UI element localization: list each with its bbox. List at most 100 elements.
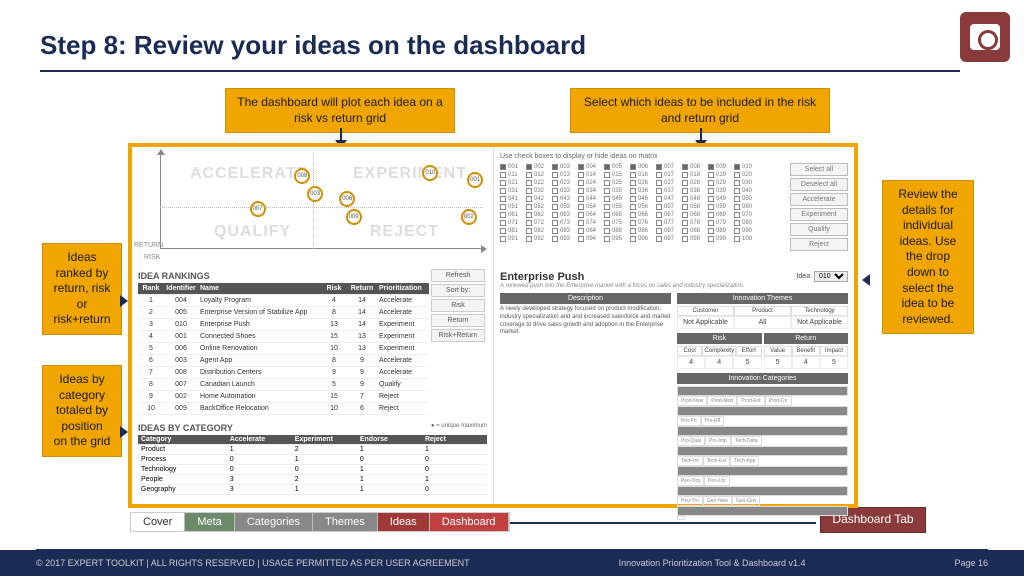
- idea-checkbox[interactable]: 024: [578, 179, 604, 187]
- sort-button[interactable]: Return: [431, 314, 485, 327]
- idea-checkbox[interactable]: 097: [656, 235, 682, 243]
- idea-checkbox[interactable]: 011: [500, 171, 526, 179]
- tab-ideas[interactable]: Ideas: [378, 513, 430, 531]
- idea-checkbox[interactable]: 100: [734, 235, 760, 243]
- idea-checkbox[interactable]: 048: [682, 195, 708, 203]
- idea-checkbox[interactable]: 059: [708, 203, 734, 211]
- tab-themes[interactable]: Themes: [313, 513, 378, 531]
- filter-button[interactable]: Accelerate: [790, 193, 848, 206]
- idea-checkbox[interactable]: 089: [708, 227, 734, 235]
- idea-dot[interactable]: 007: [250, 201, 266, 217]
- idea-dot[interactable]: 002: [461, 209, 477, 225]
- idea-dot[interactable]: 003: [307, 186, 323, 202]
- idea-checkbox[interactable]: 020: [734, 171, 760, 179]
- idea-checkbox[interactable]: 047: [656, 195, 682, 203]
- idea-checkbox[interactable]: 054: [578, 203, 604, 211]
- idea-checkbox[interactable]: 014: [578, 171, 604, 179]
- idea-checkbox[interactable]: 005: [604, 163, 630, 171]
- idea-checkbox[interactable]: 027: [656, 179, 682, 187]
- idea-checkbox[interactable]: 050: [734, 195, 760, 203]
- idea-checkbox[interactable]: 032: [526, 187, 552, 195]
- idea-checkbox[interactable]: 080: [734, 219, 760, 227]
- idea-checkbox[interactable]: 035: [604, 187, 630, 195]
- idea-checkbox[interactable]: 029: [708, 179, 734, 187]
- idea-checkbox[interactable]: 060: [734, 203, 760, 211]
- idea-checkbox[interactable]: 095: [604, 235, 630, 243]
- idea-dot[interactable]: 009: [346, 209, 362, 225]
- idea-checkbox[interactable]: 009: [708, 163, 734, 171]
- idea-checkbox[interactable]: 098: [682, 235, 708, 243]
- idea-checkbox[interactable]: 063: [552, 211, 578, 219]
- idea-dot[interactable]: 001: [467, 172, 483, 188]
- idea-checkbox[interactable]: 021: [500, 179, 526, 187]
- filter-button[interactable]: Experiment: [790, 208, 848, 221]
- idea-checkbox[interactable]: 033: [552, 187, 578, 195]
- idea-checkbox[interactable]: 016: [630, 171, 656, 179]
- idea-checkbox[interactable]: 053: [552, 203, 578, 211]
- idea-checkbox[interactable]: 086: [630, 227, 656, 235]
- idea-checkbox[interactable]: 028: [682, 179, 708, 187]
- idea-checkbox[interactable]: 061: [500, 211, 526, 219]
- idea-dot[interactable]: 006: [339, 191, 355, 207]
- idea-checkbox[interactable]: 075: [604, 219, 630, 227]
- idea-checkbox[interactable]: 026: [630, 179, 656, 187]
- idea-dot[interactable]: 010: [422, 165, 438, 181]
- filter-button[interactable]: Select all: [790, 163, 848, 176]
- tab-dashboard[interactable]: Dashboard: [430, 513, 509, 531]
- idea-checkbox[interactable]: 023: [552, 179, 578, 187]
- idea-checkbox[interactable]: 007: [656, 163, 682, 171]
- idea-checkbox[interactable]: 049: [708, 195, 734, 203]
- idea-checkbox[interactable]: 037: [656, 187, 682, 195]
- idea-checkbox[interactable]: 003: [552, 163, 578, 171]
- idea-checkbox[interactable]: 034: [578, 187, 604, 195]
- idea-checkbox[interactable]: 051: [500, 203, 526, 211]
- idea-checkbox[interactable]: 099: [708, 235, 734, 243]
- idea-checkbox[interactable]: 015: [604, 171, 630, 179]
- idea-checkbox[interactable]: 046: [630, 195, 656, 203]
- idea-checkbox[interactable]: 074: [578, 219, 604, 227]
- idea-checkbox[interactable]: 094: [578, 235, 604, 243]
- idea-checkbox[interactable]: 022: [526, 179, 552, 187]
- sort-button[interactable]: Risk: [431, 299, 485, 312]
- idea-checkbox[interactable]: 052: [526, 203, 552, 211]
- idea-checkbox[interactable]: 012: [526, 171, 552, 179]
- idea-checkbox[interactable]: 017: [656, 171, 682, 179]
- idea-checkbox[interactable]: 013: [552, 171, 578, 179]
- idea-checkbox[interactable]: 018: [682, 171, 708, 179]
- tab-cover[interactable]: Cover: [131, 513, 185, 531]
- idea-checkbox[interactable]: 004: [578, 163, 604, 171]
- idea-checkbox[interactable]: 001: [500, 163, 526, 171]
- idea-checkbox[interactable]: 010: [734, 163, 760, 171]
- idea-checkbox[interactable]: 055: [604, 203, 630, 211]
- idea-checkbox[interactable]: 041: [500, 195, 526, 203]
- idea-checkbox[interactable]: 036: [630, 187, 656, 195]
- idea-checkbox[interactable]: 058: [682, 203, 708, 211]
- idea-checkbox[interactable]: 096: [630, 235, 656, 243]
- idea-checkbox[interactable]: 084: [578, 227, 604, 235]
- idea-checkbox[interactable]: 066: [630, 211, 656, 219]
- idea-checkbox[interactable]: 090: [734, 227, 760, 235]
- idea-checkbox[interactable]: 083: [552, 227, 578, 235]
- idea-checkbox[interactable]: 087: [656, 227, 682, 235]
- idea-checkbox[interactable]: 085: [604, 227, 630, 235]
- tab-meta[interactable]: Meta: [185, 513, 234, 531]
- idea-checkbox[interactable]: 091: [500, 235, 526, 243]
- sort-button[interactable]: Refresh: [431, 269, 485, 282]
- idea-checkbox[interactable]: 040: [734, 187, 760, 195]
- idea-checkbox[interactable]: 043: [552, 195, 578, 203]
- idea-checkbox[interactable]: 025: [604, 179, 630, 187]
- idea-checkbox[interactable]: 056: [630, 203, 656, 211]
- idea-checkbox[interactable]: 093: [552, 235, 578, 243]
- idea-checkbox[interactable]: 039: [708, 187, 734, 195]
- idea-checkbox[interactable]: 064: [578, 211, 604, 219]
- idea-checkbox[interactable]: 030: [734, 179, 760, 187]
- idea-checkbox[interactable]: 071: [500, 219, 526, 227]
- idea-checkbox[interactable]: 082: [526, 227, 552, 235]
- idea-checkbox[interactable]: 062: [526, 211, 552, 219]
- idea-checkbox[interactable]: 002: [526, 163, 552, 171]
- tab-categories[interactable]: Categories: [235, 513, 313, 531]
- idea-checkbox[interactable]: 081: [500, 227, 526, 235]
- idea-checkbox[interactable]: 076: [630, 219, 656, 227]
- idea-checkbox[interactable]: 092: [526, 235, 552, 243]
- idea-checkbox[interactable]: 068: [682, 211, 708, 219]
